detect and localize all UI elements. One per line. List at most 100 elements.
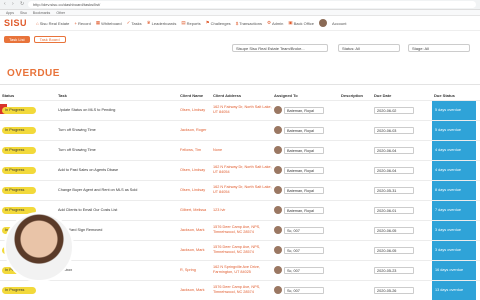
bookmark[interactable]: Bookmarks xyxy=(33,11,51,15)
home-icon: ⌂ xyxy=(36,20,39,26)
nav-item-account[interactable]: Account xyxy=(332,21,346,26)
nav-item-transactions[interactable]: $ Transactions xyxy=(236,21,262,26)
assignee-select[interactable]: Bateman, Royal xyxy=(284,106,324,114)
user-avatar[interactable] xyxy=(319,19,327,27)
column-header[interactable]: Client Address xyxy=(211,91,272,100)
task-name[interactable]: Update Status on MLS to Pending xyxy=(56,99,178,120)
client-name[interactable]: Olsen, Lindsay xyxy=(178,99,211,120)
due-date-input[interactable]: 2020-05-26 xyxy=(374,286,414,294)
assignee-select[interactable]: Bateman, Royal xyxy=(284,186,324,194)
status-dropdown[interactable]: In Progress xyxy=(2,166,36,174)
url-bar[interactable]: http://dev.sisu.co/dashboard/tasks/list/ xyxy=(28,1,476,8)
bookmark[interactable]: Sisu xyxy=(20,11,27,15)
table-row[interactable]: In Progress Update Status on MLS to Pendi… xyxy=(0,99,480,120)
client-name[interactable]: R, Spring xyxy=(178,259,211,280)
column-header[interactable]: Task xyxy=(56,91,178,100)
task-name[interactable]: Change Buyer Agent and Rent on MLS as So… xyxy=(56,179,178,200)
column-header[interactable]: Due Date xyxy=(372,91,432,100)
task-name[interactable]: Turn off Showing Time xyxy=(56,139,178,160)
team-filter-select[interactable]: Sisupe Sisu Real Estate Team/Broke... xyxy=(232,44,328,52)
status-filter-select[interactable]: Status: All xyxy=(338,44,400,52)
nav-item-leaderboards[interactable]: ♛ Leaderboards xyxy=(147,20,177,26)
nav-item-home[interactable]: ⌂ Sisu Real Estate xyxy=(36,21,69,26)
client-name[interactable]: Jackson, Mark xyxy=(178,279,211,300)
nav-item-admin[interactable]: ⚙ Admin xyxy=(267,20,283,26)
nav-item-challenges[interactable]: ⚑ Challenges xyxy=(206,20,231,26)
assignee-avatar xyxy=(274,246,282,254)
assignee-select[interactable]: Sc, 007 xyxy=(284,286,324,294)
client-name[interactable]: Fellows, Tim xyxy=(178,139,211,160)
due-date-input[interactable]: 2020-06-05 xyxy=(374,246,414,254)
due-date-input[interactable]: 2020-06-01 xyxy=(374,206,414,214)
due-date-input[interactable]: 2020-05-31 xyxy=(374,186,414,194)
status-dropdown[interactable]: In Progress xyxy=(2,146,36,154)
nav-item-whiteboard[interactable]: ▦ Whiteboard xyxy=(96,20,122,26)
assignee-select[interactable]: Sc, 007 xyxy=(284,246,324,254)
client-name[interactable]: Jackson, Mark xyxy=(178,219,211,240)
assignee-select[interactable]: Sc, 007 xyxy=(284,226,324,234)
status-dropdown[interactable]: In Progress xyxy=(2,286,36,294)
task-board-button[interactable]: Task Board xyxy=(33,35,66,43)
nav-item-reports[interactable]: ▤ Reports xyxy=(181,20,200,26)
table-row[interactable]: In Progress Jackson, Mark 1576 Deer Camp A… xyxy=(0,279,480,300)
task-name[interactable]: Add Clients to Email Our Costs List xyxy=(56,199,178,220)
nav-item-record[interactable]: + Record xyxy=(74,21,91,26)
due-status-badge: 7 days overdue xyxy=(432,201,476,220)
table-row[interactable]: In Progress Change Buyer Agent and Rent o… xyxy=(0,179,480,200)
client-address: 162 N Fairway Dr, North Salt Lake, UT 84… xyxy=(211,99,272,120)
table-row[interactable]: In ProgressLockboxR, Spring162 N Springv… xyxy=(0,259,480,280)
assignee-avatar xyxy=(274,106,282,114)
reload-icon[interactable]: ↻ xyxy=(20,2,25,7)
table-row[interactable]: In Progress Add to Past Sales on Agents D… xyxy=(0,159,480,180)
task-name[interactable]: Lockbox xyxy=(56,239,178,260)
assignee-select[interactable]: Bateman, Royal xyxy=(284,146,324,154)
sisu-logo[interactable]: SISU xyxy=(4,18,27,28)
task-name[interactable]: Lockbox xyxy=(56,259,178,280)
task-name[interactable]: Order Yard Sign Removed xyxy=(56,219,178,240)
status-dropdown[interactable]: In Progress xyxy=(2,106,36,114)
task-name[interactable] xyxy=(56,279,178,300)
table-row[interactable]: In Progress Add Clients to Email Our Cost… xyxy=(0,199,480,220)
column-header[interactable]: Due Status xyxy=(432,91,480,100)
client-name[interactable]: Olsen, Lindsay xyxy=(178,179,211,200)
task-name[interactable]: Add to Past Sales on Agents Dbase xyxy=(56,159,178,180)
table-row[interactable]: In Progress Turn off Showing Time Jackson,… xyxy=(0,119,480,140)
page-title: OVERDUE xyxy=(7,68,60,79)
status-dropdown[interactable]: In Progress xyxy=(2,126,36,134)
assignee-select[interactable]: Bateman, Royal xyxy=(284,166,324,174)
due-date-input[interactable]: 2020-06-04 xyxy=(374,166,414,174)
bookmark[interactable]: Apps xyxy=(6,11,14,15)
client-name[interactable]: Olsen, Lindsay xyxy=(178,159,211,180)
assignee-select[interactable]: Sc, 007 xyxy=(284,266,324,274)
due-status-badge: 4 days overdue xyxy=(432,141,476,160)
column-header[interactable]: Description xyxy=(339,91,372,100)
task-name[interactable]: Turn off Showing Time xyxy=(56,119,178,140)
due-status-badge: 4 days overdue xyxy=(432,161,476,180)
column-header[interactable]: Client Name xyxy=(178,91,211,100)
gear-icon: ⚙ xyxy=(266,20,271,25)
column-header[interactable]: Status xyxy=(0,91,56,100)
client-address xyxy=(211,119,272,140)
bookmark[interactable]: Other xyxy=(56,11,65,15)
forward-icon[interactable]: › xyxy=(12,2,17,7)
client-name[interactable]: Jackson, Mark xyxy=(178,239,211,260)
client-name[interactable]: Jackson, Roger xyxy=(178,119,211,140)
due-date-input[interactable]: 2020-05-23 xyxy=(374,266,414,274)
due-date-input[interactable]: 2020-06-04 xyxy=(374,146,414,154)
status-dropdown[interactable]: In Progress xyxy=(2,186,36,194)
due-date-input[interactable]: 2020-06-02 xyxy=(374,106,414,114)
board-icon: ▦ xyxy=(95,20,101,25)
client-name[interactable]: Gilbert, Melissa xyxy=(178,199,211,220)
back-icon[interactable]: ‹ xyxy=(4,2,9,7)
due-date-input[interactable]: 2020-06-05 xyxy=(374,226,414,234)
description-cell xyxy=(339,199,372,220)
assignee-select[interactable]: Bateman, Royal xyxy=(284,206,324,214)
column-header[interactable]: Assigned To xyxy=(272,91,339,100)
assignee-select[interactable]: Bateman, Royal xyxy=(284,126,324,134)
table-row[interactable]: In Progress Turn off Showing Time Fellows,… xyxy=(0,139,480,160)
due-date-input[interactable]: 2020-06-03 xyxy=(374,126,414,134)
nav-item-tasks[interactable]: ✓ Tasks xyxy=(127,20,142,26)
task-list-button[interactable]: Task List xyxy=(4,35,30,43)
nav-item-back-office[interactable]: ▣ Back Office xyxy=(288,20,314,26)
stage-filter-select[interactable]: Stage: All xyxy=(408,44,470,52)
